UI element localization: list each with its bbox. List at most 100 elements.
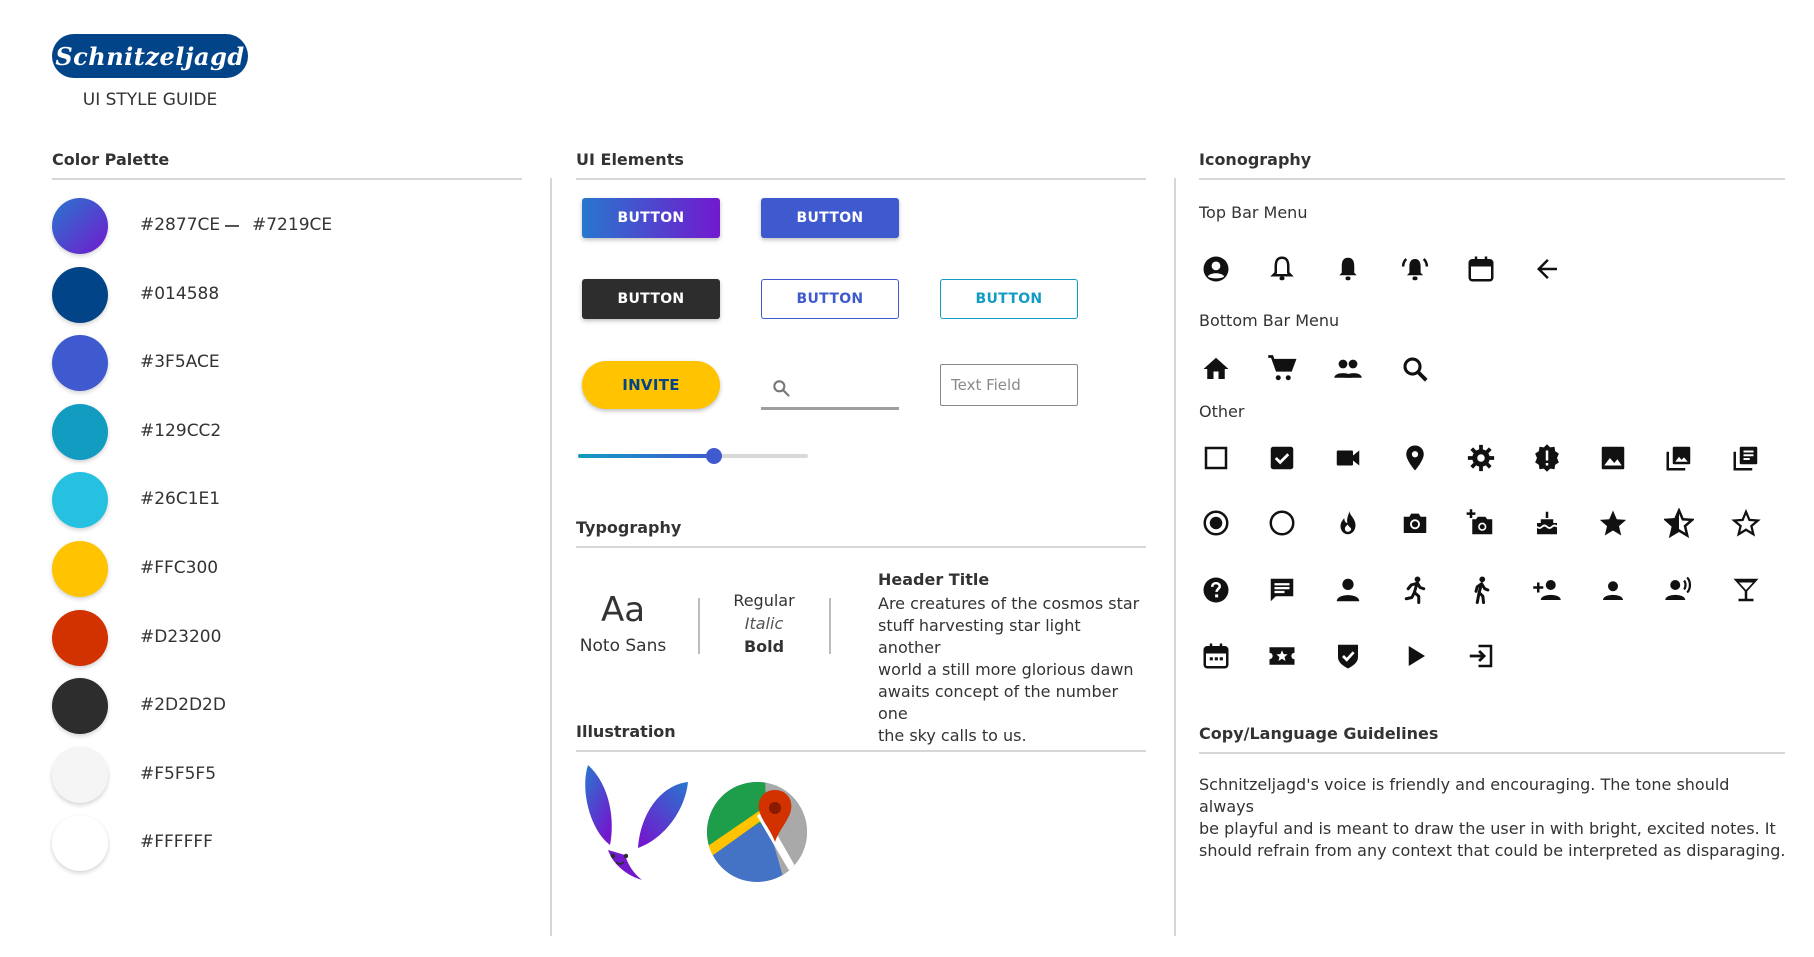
body-line: awaits concept of the number one [878,682,1119,723]
videocam-icon [1333,443,1363,473]
account-circle-icon [1201,254,1231,284]
photo-library-icon [1664,443,1694,473]
add-person-icon [1532,575,1562,605]
color-hex-label: #F5F5F5 [140,763,217,784]
bunny-illustration [580,760,695,885]
divider [829,598,831,654]
gradient-button[interactable]: BUTTON [582,198,720,238]
slider-thumb[interactable] [705,448,722,464]
search-icon [1400,354,1430,384]
color-swatch [52,198,108,254]
help-icon [1201,575,1231,605]
color-hex-label: #D23200 [140,626,222,647]
camera-icon [1400,508,1430,538]
color-hex-label: #7219CE [252,215,333,235]
text-field-placeholder: Text Field [951,376,1021,394]
color-palette-title: Color Palette [52,150,170,169]
star-outline-icon [1730,508,1761,538]
gradient-dash [225,225,239,227]
image-icon [1598,443,1628,473]
copy-line: Schnitzeljagd's voice is friendly and en… [1199,775,1730,816]
top-bar-menu-label: Top Bar Menu [1199,203,1308,222]
outline-teal-button[interactable]: BUTTON [940,279,1078,319]
flame-icon [1333,508,1363,538]
color-hex-label: #129CC2 [140,420,222,441]
divider [698,598,700,654]
cart-icon [1267,354,1297,384]
copy-line: be playful and is meant to draw the user… [1199,819,1776,838]
color-swatch [52,335,108,392]
bell-outline-icon [1267,254,1297,284]
typography-title: Typography [576,518,682,537]
running-icon [1400,575,1430,605]
ui-elements-title: UI Elements [576,150,684,169]
person-icon [1333,575,1363,605]
text-field[interactable]: Text Field [940,364,1078,406]
column-divider [1174,178,1176,936]
location-pin-icon [1400,443,1430,473]
weight-italic: Italic [744,614,784,633]
divider [1199,178,1785,180]
checkbox-checked-icon [1267,443,1297,473]
bottom-bar-menu-label: Bottom Bar Menu [1199,311,1340,330]
color-swatch [52,678,108,735]
dark-button[interactable]: BUTTON [582,279,720,319]
divider [52,178,522,180]
star-icon [1598,508,1628,538]
copy-guidelines-title: Copy/Language Guidelines [1199,724,1439,743]
color-swatch [52,266,108,323]
column-divider [550,178,552,936]
chat-icon [1267,575,1297,605]
bell-ringing-icon [1400,254,1430,284]
search-field[interactable] [761,366,899,410]
event-icon [1201,641,1231,671]
star-half-icon [1664,508,1695,538]
color-swatch [52,403,108,460]
type-sample: Aa [600,590,646,630]
settings-icon [1466,443,1496,473]
bell-icon [1333,254,1363,284]
primary-button[interactable]: BUTTON [761,198,899,238]
logo-text: Schnitzeljagd [55,41,245,71]
calendar-icon [1466,254,1496,284]
body-text-sample: Are creatures of the cosmos star stuff h… [878,593,1148,747]
body-line: stuff harvesting star light another [878,616,1081,657]
map-pin-illustration [705,780,809,884]
page-subtitle: UI STYLE GUIDE [82,90,218,110]
arrow-back-icon [1532,254,1562,284]
color-hex-label: #FFFFFF [140,832,213,853]
checkbox-empty-icon [1201,443,1231,473]
weight-bold: Bold [743,637,785,656]
color-swatch [52,541,108,597]
body-line: the sky calls to us. [878,726,1027,745]
divider [576,178,1146,180]
play-icon [1400,641,1430,671]
invite-button[interactable]: INVITE [582,361,720,409]
add-camera-icon [1466,508,1496,538]
color-swatch [52,472,108,529]
color-hex-label: #014588 [140,283,220,304]
other-icons-label: Other [1199,402,1245,421]
iconography-title: Iconography [1199,150,1312,169]
person-small-icon [1598,575,1628,605]
alert-badge-icon [1532,443,1562,473]
outline-blue-button[interactable]: BUTTON [761,279,899,319]
divider [576,546,1146,548]
body-line: world a still more glorious dawn [878,660,1134,679]
color-hex-label: #2D2D2D [140,695,226,716]
body-line: Are creatures of the cosmos star [878,594,1140,613]
slider[interactable] [578,444,808,468]
walking-icon [1466,575,1496,605]
divider [576,750,1146,752]
color-hex-label: #26C1E1 [140,489,221,510]
color-swatch [52,815,108,872]
copy-guidelines-text: Schnitzeljagd's voice is friendly and en… [1199,774,1789,862]
header-title-sample: Header Title [878,570,990,589]
cake-icon [1532,508,1562,538]
color-swatch [52,746,108,803]
copy-line: should refrain from any context that cou… [1199,841,1786,860]
color-hex-label: #3F5ACE [140,352,220,373]
radio-empty-icon [1267,508,1297,538]
library-books-icon [1731,443,1761,473]
weight-regular: Regular [733,591,795,610]
